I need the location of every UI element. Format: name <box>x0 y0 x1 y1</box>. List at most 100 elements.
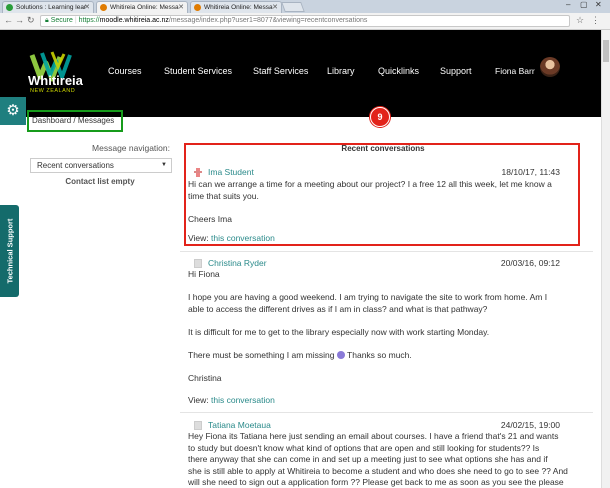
tab-close-icon[interactable]: ✕ <box>272 2 278 13</box>
message-line: time that suits you. <box>188 190 259 201</box>
address-bar: ← → ↻ 🔒︎ Secure | https://moodle.whitire… <box>0 13 610 30</box>
message-line: Hi can we arrange a time for a meeting a… <box>188 179 552 189</box>
sender-name[interactable]: Christina Ryder <box>208 258 267 268</box>
browser-tab-messages-active[interactable]: Whitireia Online: Messa ✕ <box>96 1 188 13</box>
site-header: Whitireia NEW ZEALAND Courses Student Se… <box>0 30 610 117</box>
sender-avatar-icon <box>194 259 202 268</box>
message-body: Hey Fiona its Tatiana here just sending … <box>188 431 568 488</box>
message-line-with-emoji: There must be something I am missing Tha… <box>188 350 547 362</box>
technical-support-tab[interactable]: Technical Support <box>0 205 19 297</box>
tab-title: Whitireia Online: Messa <box>110 4 179 11</box>
forward-icon[interactable]: → <box>15 15 24 25</box>
sender-avatar-icon <box>194 168 202 177</box>
minimize-icon[interactable]: – <box>566 0 570 9</box>
tab-close-icon[interactable]: ✕ <box>84 2 90 13</box>
view-prefix: View: <box>188 233 209 243</box>
browser-tab-strip: Solutions : Learning lear ✕ Whitireia On… <box>0 0 610 13</box>
message-navigation-select[interactable]: Recent conversations ▼ <box>30 158 172 173</box>
window-close-icon[interactable]: ✕ <box>595 0 602 9</box>
message-line <box>188 281 547 293</box>
message-item: Tatiana Moetaua 24/02/15, 19:00 Hey Fion… <box>188 420 592 488</box>
browser-tab-solutions[interactable]: Solutions : Learning lear ✕ <box>2 1 94 13</box>
message-line: to study but doesn't know what kind of o… <box>188 442 540 453</box>
user-name[interactable]: Fiona Barr <box>495 66 535 76</box>
message-line: Cheers Ima <box>188 213 232 224</box>
nav-courses[interactable]: Courses <box>108 66 142 76</box>
message-line: I hope you are having a good weekend. I … <box>188 292 548 302</box>
message-line: able to access the different drives as i… <box>188 303 488 314</box>
tab-favicon-icon <box>194 4 201 11</box>
nav-quicklinks[interactable]: Quicklinks <box>378 66 419 76</box>
smiley-icon <box>336 350 345 359</box>
message-line: will she need to sign out a application … <box>188 477 564 487</box>
view-conversation: View: this conversation <box>188 395 275 405</box>
menu-icon[interactable]: ⋮ <box>591 15 600 26</box>
browser-tab-messages[interactable]: Whitireia Online: Messa ✕ <box>190 1 282 13</box>
tab-title: Whitireia Online: Messa <box>204 4 273 11</box>
bookmark-star-icon[interactable]: ☆ <box>576 15 584 26</box>
tab-favicon-icon <box>100 4 107 11</box>
breadcrumb: Dashboard / Messages <box>27 110 123 132</box>
reload-icon[interactable]: ↻ <box>27 15 35 26</box>
message-date: 24/02/15, 19:00 <box>500 420 560 430</box>
divider <box>180 251 593 252</box>
message-line <box>188 202 552 214</box>
message-date: 18/10/17, 11:43 <box>501 167 560 177</box>
message-text: Thanks so much. <box>347 349 412 360</box>
tab-favicon-icon <box>6 4 13 11</box>
divider <box>180 412 593 413</box>
breadcrumb-messages[interactable]: Messages <box>78 116 114 125</box>
message-line: Hi Fiona <box>188 269 220 279</box>
contact-list-empty: Contact list empty <box>65 177 135 186</box>
nav-staff-services[interactable]: Staff Services <box>253 66 308 76</box>
new-tab-button[interactable] <box>281 2 305 12</box>
lock-icon: 🔒︎ <box>45 17 49 24</box>
message-navigation-selected: Recent conversations <box>37 161 114 170</box>
message-text: There must be something I am missing <box>188 349 335 360</box>
message-line <box>188 361 547 373</box>
back-icon[interactable]: ← <box>4 15 13 25</box>
url-path: /message/index.php?user1=8077&viewing=re… <box>168 17 368 24</box>
secure-label: Secure <box>50 17 73 24</box>
view-prefix: View: <box>188 395 209 405</box>
message-body: Hi can we arrange a time for a meeting a… <box>188 179 552 225</box>
breadcrumb-dashboard[interactable]: Dashboard <box>32 116 71 125</box>
url-host: moodle.whitireia.ac.nz <box>99 17 169 24</box>
technical-support-label: Technical Support <box>5 218 14 284</box>
message-line: It is difficult for me to get to the lib… <box>188 326 490 337</box>
scrollbar-thumb[interactable] <box>603 40 609 62</box>
message-line: Hey Fiona its Tatiana here just sending … <box>188 431 559 441</box>
url-scheme: https:// <box>78 17 100 24</box>
message-navigation-label: Message navigation: <box>92 143 170 153</box>
sender-name[interactable]: Tatiana Moetaua <box>208 420 271 430</box>
breadcrumb-separator: / <box>73 116 76 125</box>
maximize-icon[interactable]: ▢ <box>580 0 588 9</box>
caret-down-icon: ▼ <box>161 162 167 168</box>
tab-close-icon[interactable]: ✕ <box>178 2 184 13</box>
sender-name[interactable]: Ima Student <box>208 167 254 177</box>
message-body: Hi Fiona I hope you are having a good we… <box>188 269 547 384</box>
url-input[interactable]: 🔒︎ Secure | https://moodle.whitireia.ac.… <box>40 15 570 27</box>
logo-text: Whitireia <box>28 73 83 88</box>
message-line: Christina <box>188 372 222 383</box>
avatar[interactable] <box>540 57 560 77</box>
nav-support[interactable]: Support <box>440 66 472 76</box>
view-conversation: View: this conversation <box>188 233 275 243</box>
message-line: there anyway that she can come in and se… <box>188 454 548 464</box>
message-line: she is still able to apply at Whitireia … <box>188 465 568 476</box>
message-line <box>188 338 547 350</box>
nav-student-services[interactable]: Student Services <box>164 66 232 76</box>
page-scrollbar[interactable] <box>601 30 610 488</box>
step-badge: 9 <box>370 107 390 127</box>
message-item: Ima Student 18/10/17, 11:43 Hi can we ar… <box>188 167 592 245</box>
view-conversation-link[interactable]: this conversation <box>211 395 275 405</box>
view-conversation-link[interactable]: this conversation <box>211 233 275 243</box>
message-item: Christina Ryder 20/03/16, 09:12 Hi Fiona… <box>188 258 592 408</box>
settings-gear-icon[interactable]: ⚙ <box>0 97 26 125</box>
sender-avatar-icon <box>194 421 202 430</box>
message-line <box>188 315 547 327</box>
nav-library[interactable]: Library <box>327 66 355 76</box>
message-date: 20/03/16, 09:12 <box>500 258 560 268</box>
logo-subtext: NEW ZEALAND <box>30 88 76 94</box>
tab-title: Solutions : Learning lear <box>16 4 87 11</box>
